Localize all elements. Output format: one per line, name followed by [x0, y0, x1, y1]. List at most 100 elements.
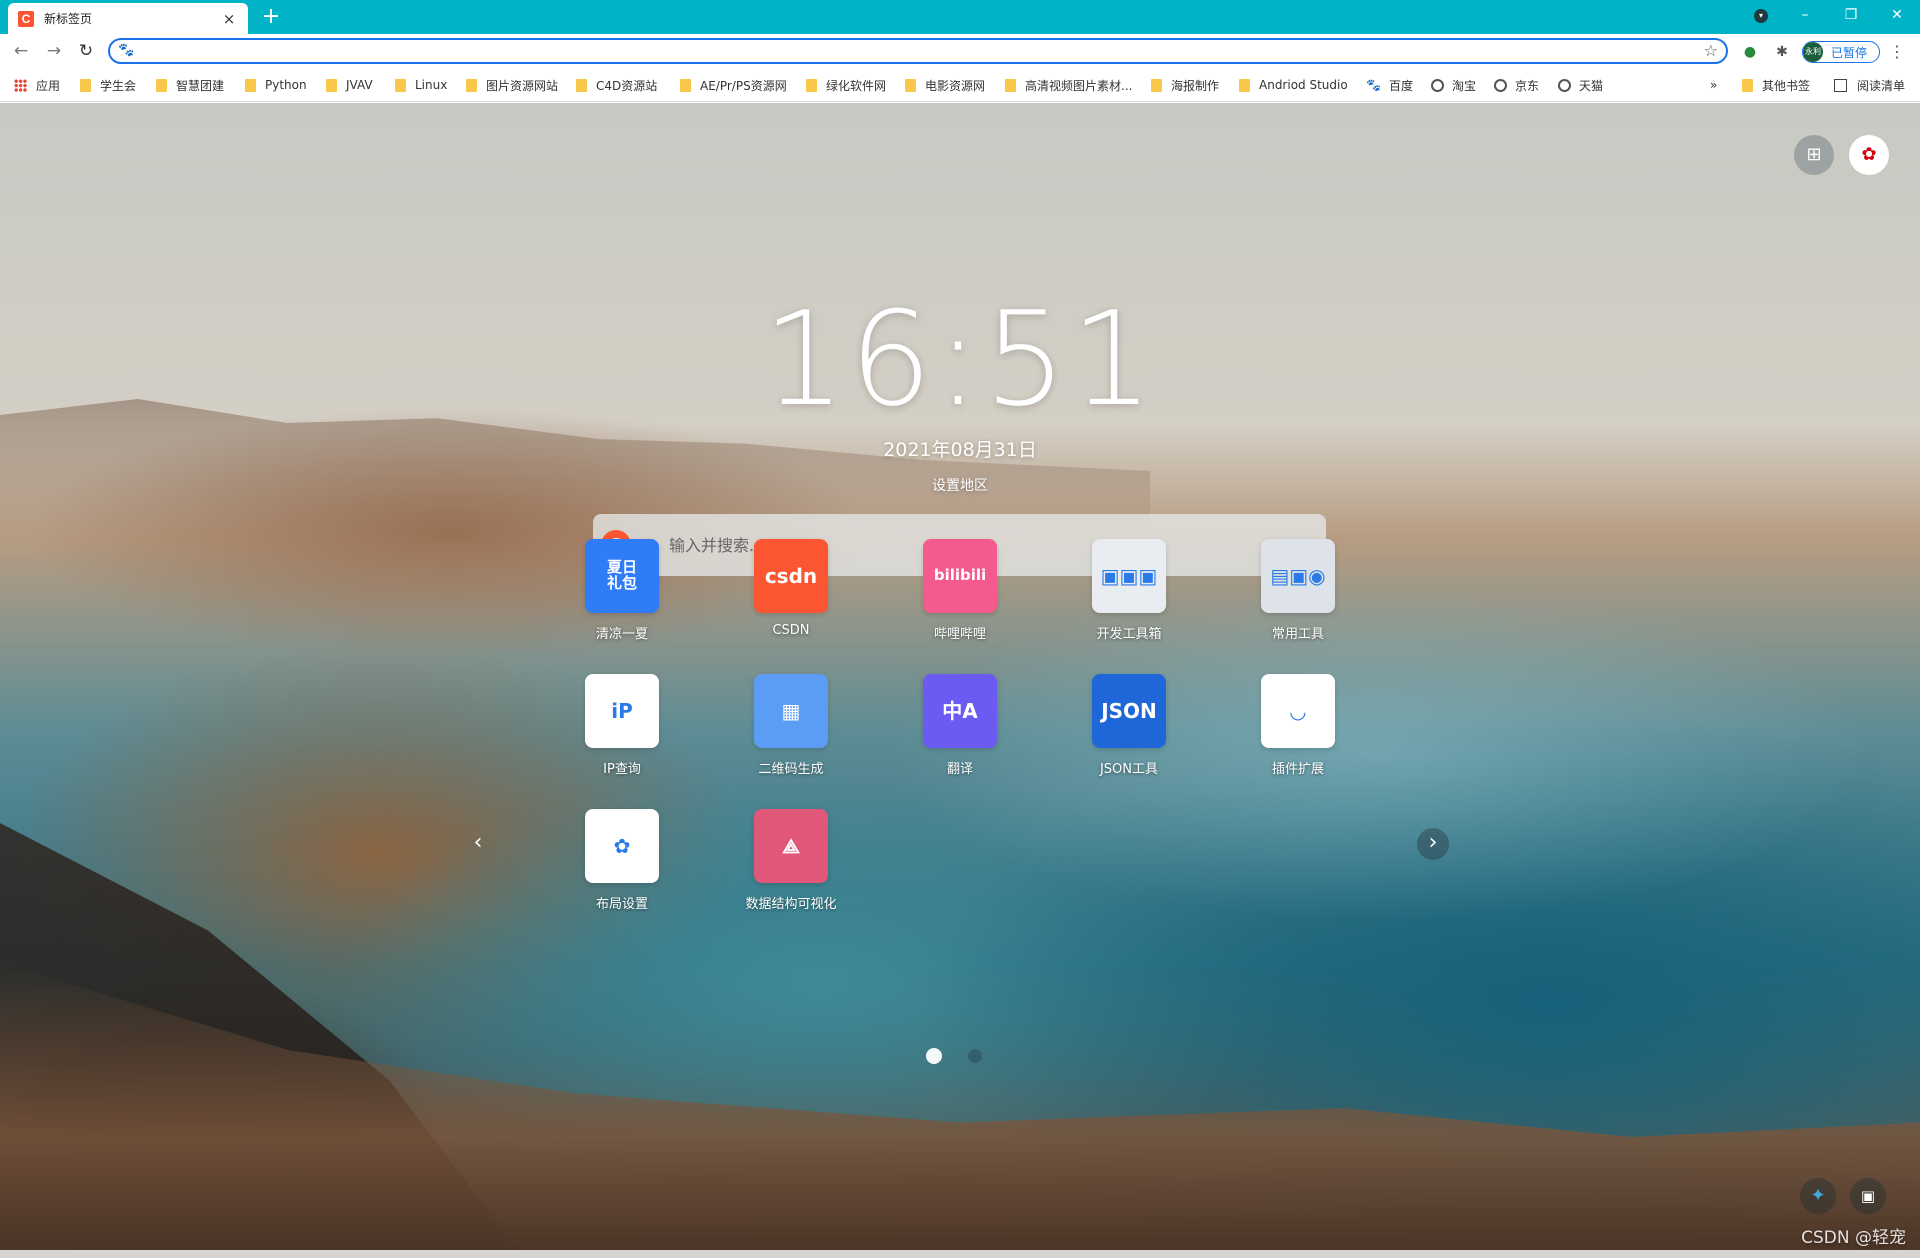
tab-strip: C 新标签页 × + ▾ – ❐ ✕ — [0, 0, 1920, 34]
folder-icon — [395, 78, 406, 92]
folder-icon — [806, 78, 817, 92]
app-icon: bilibili — [923, 539, 997, 613]
app-shortcut[interactable]: ⟁ 数据结构可视化 — [706, 809, 876, 912]
bookmark-item[interactable]: Python — [245, 77, 307, 93]
app-icon: JSON — [1092, 674, 1166, 748]
app-icon: 夏日 礼包 — [585, 539, 659, 613]
app-shortcut[interactable]: ▤▣◉ 常用工具 — [1213, 539, 1383, 642]
page-dot[interactable] — [968, 1049, 982, 1063]
other-bookmarks[interactable]: 其他书签 — [1742, 77, 1810, 93]
close-window-button[interactable]: ✕ — [1874, 0, 1920, 30]
bookmark-label: C4D资源站 — [596, 78, 658, 93]
reading-list[interactable]: 阅读清单 — [1834, 77, 1905, 93]
folder-icon — [905, 78, 916, 92]
tab-new-tab[interactable]: C 新标签页 × — [8, 3, 248, 34]
app-shortcut[interactable]: bilibili 哔哩哔哩 — [875, 539, 1045, 642]
huawei-logo-icon[interactable]: ✿ — [1849, 135, 1889, 175]
bookmark-item[interactable]: 学生会 — [80, 77, 136, 93]
clock-time: 16:51 — [762, 283, 1158, 435]
bookmark-item[interactable]: Linux — [395, 77, 447, 93]
baidu-paw-icon: 🐾 — [118, 43, 135, 58]
app-shortcut[interactable]: ◡ 插件扩展 — [1213, 674, 1383, 777]
reload-button[interactable]: ↻ — [75, 40, 97, 62]
prev-page-button[interactable]: ‹ — [462, 828, 494, 860]
bookmark-label: 智慧团建 — [176, 78, 225, 93]
bookmark-label: 高清视频图片素材... — [1025, 78, 1133, 93]
folder-icon — [466, 78, 477, 92]
globe-icon — [1431, 78, 1444, 92]
folder-icon — [1239, 78, 1250, 92]
pinwheel-icon[interactable]: ✦ — [1800, 1178, 1836, 1214]
app-shortcut[interactable]: ▦ 二维码生成 — [706, 674, 876, 777]
bookmark-item[interactable]: 图片资源网站 — [466, 77, 558, 93]
minimize-button[interactable]: – — [1782, 0, 1828, 30]
folder-icon — [156, 78, 167, 92]
csdn-favicon-icon: C — [18, 10, 34, 27]
baidu-paw-icon: 🐾 — [1366, 78, 1381, 92]
tab-search-icon[interactable]: ▾ — [1754, 9, 1768, 23]
puzzle-icon[interactable]: ✱ — [1772, 42, 1792, 62]
app-label: CSDN — [772, 623, 810, 638]
bookmark-item[interactable]: 淘宝 — [1431, 77, 1476, 93]
folder-icon — [576, 78, 587, 92]
extension-icon[interactable]: ● — [1740, 42, 1760, 62]
address-bar[interactable]: 🐾 ☆ — [108, 38, 1728, 64]
app-label: 开发工具箱 — [1096, 627, 1162, 642]
app-icon: ▦ — [754, 674, 828, 748]
bookmark-item[interactable]: 海报制作 — [1151, 77, 1219, 93]
apps-icon — [14, 78, 27, 92]
app-shortcut[interactable]: ▣▣▣ 开发工具箱 — [1044, 539, 1214, 642]
bookmark-item[interactable]: 应用 — [14, 77, 60, 93]
app-shortcut[interactable]: iP IP查询 — [537, 674, 707, 777]
bookmark-item[interactable]: C4D资源站 — [576, 77, 657, 93]
bookmark-label: 绿化软件网 — [826, 78, 887, 93]
app-icon: ▤▣◉ — [1261, 539, 1335, 613]
bookmark-item[interactable]: 京东 — [1494, 77, 1539, 93]
profile-paused-button[interactable]: 永利 已暂停 — [1802, 41, 1880, 63]
folder-icon — [680, 78, 691, 92]
restore-button[interactable]: ❐ — [1828, 0, 1874, 30]
back-button[interactable]: ← — [10, 40, 32, 62]
bookmark-item[interactable]: JVAV — [326, 77, 373, 93]
app-label: JSON工具 — [1099, 762, 1159, 777]
app-icon: csdn — [754, 539, 828, 613]
page-indicator — [926, 1048, 982, 1064]
app-label: 二维码生成 — [758, 762, 824, 777]
new-tab-button[interactable]: + — [258, 4, 284, 30]
bookmark-item[interactable]: Andriod Studio — [1239, 77, 1348, 93]
bookmark-item[interactable]: 绿化软件网 — [806, 77, 886, 93]
apps-grid-icon[interactable]: ⊞ — [1794, 135, 1834, 175]
app-label: 翻译 — [946, 762, 973, 777]
bookmark-item[interactable]: 智慧团建 — [156, 77, 224, 93]
app-shortcut[interactable]: ✿ 布局设置 — [537, 809, 707, 912]
bookmark-item[interactable]: 🐾 百度 — [1366, 77, 1413, 93]
reading-list-label: 阅读清单 — [1857, 78, 1906, 93]
next-page-button[interactable]: › — [1417, 828, 1449, 860]
app-label: 常用工具 — [1271, 627, 1324, 642]
bookmark-item[interactable]: 天猫 — [1558, 77, 1603, 93]
bookmark-label: 图片资源网站 — [486, 78, 559, 93]
bookmark-label: JVAV — [346, 78, 373, 92]
bookmarks-overflow-button[interactable]: » — [1710, 77, 1717, 93]
set-region-link[interactable]: 设置地区 — [860, 475, 1060, 495]
avatar: 永利 — [1803, 42, 1823, 62]
app-label: 数据结构可视化 — [745, 897, 837, 912]
app-shortcut[interactable]: JSON JSON工具 — [1044, 674, 1214, 777]
bookmark-star-icon[interactable]: ☆ — [1704, 41, 1718, 60]
bookmark-item[interactable]: 电影资源网 — [905, 77, 985, 93]
app-shortcut[interactable]: 中A 翻译 — [875, 674, 1045, 777]
bookmark-item[interactable]: AE/Pr/PS资源网 — [680, 77, 787, 93]
wallpaper-icon[interactable]: ▣ — [1850, 1178, 1886, 1214]
forward-button[interactable]: → — [43, 40, 65, 62]
menu-icon[interactable]: ⋮ — [1887, 42, 1907, 62]
folder-icon — [1742, 78, 1753, 92]
app-icon: ✿ — [585, 809, 659, 883]
app-shortcut[interactable]: 夏日 礼包 清凉一夏 — [537, 539, 707, 642]
app-label: 清凉一夏 — [595, 627, 648, 642]
bookmark-label: 京东 — [1515, 78, 1540, 93]
page-dot-active[interactable] — [926, 1048, 942, 1064]
app-shortcut[interactable]: csdn CSDN — [706, 539, 876, 638]
bookmark-item[interactable]: 高清视频图片素材... — [1005, 77, 1132, 93]
bookmark-label: 电影资源网 — [925, 78, 986, 93]
tab-close-icon[interactable]: × — [220, 10, 238, 28]
